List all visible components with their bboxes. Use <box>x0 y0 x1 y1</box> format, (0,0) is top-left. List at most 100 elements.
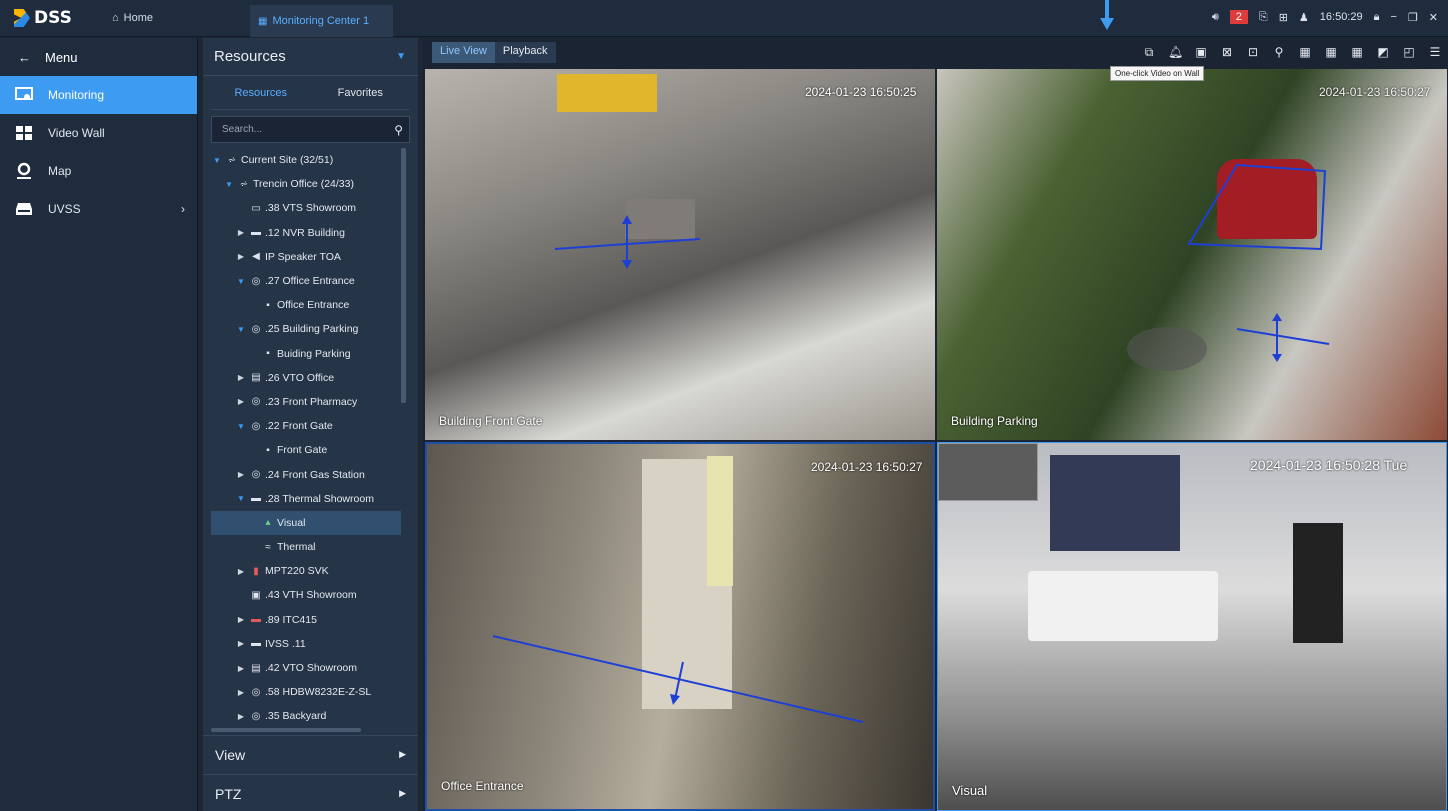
resources-header[interactable]: Resources ▼ <box>203 38 418 76</box>
tree-item[interactable]: ▼ ◎ .25 Building Parking <box>211 317 401 341</box>
panel-menu-icon[interactable]: ☰ <box>1428 45 1442 59</box>
tree-item[interactable]: ▣ .43 VTH Showroom <box>211 583 401 607</box>
collapsed-caret-icon[interactable]: ▶ <box>235 252 247 261</box>
tree-item[interactable]: ▶ ▮ MPT220 SVK <box>211 559 401 583</box>
collapsed-caret-icon[interactable]: ▶ <box>235 373 247 382</box>
video-window-2[interactable]: 2024-01-23 16:50:27 Building Parking <box>937 69 1447 440</box>
tree-item[interactable]: ▭ .38 VTS Showroom <box>211 196 401 220</box>
monitoring-center-tab[interactable]: ▦ Monitoring Center 1 <box>250 5 393 37</box>
search-video-icon[interactable]: ⚲ <box>1272 45 1286 59</box>
tree-item[interactable]: ▼ ◎ .22 Front Gate <box>211 414 401 438</box>
tab-favorites[interactable]: Favorites <box>311 87 411 99</box>
chevron-right-icon: ▶ <box>399 788 406 798</box>
monitoring-icon <box>14 86 34 104</box>
close-all-icon[interactable]: ⊠ <box>1220 45 1234 59</box>
collapsed-caret-icon[interactable]: ▶ <box>235 615 247 624</box>
collapsed-caret-icon[interactable]: ▶ <box>235 688 247 697</box>
restore-icon[interactable]: ❐ <box>1408 11 1418 24</box>
collapsed-caret-icon[interactable]: ▶ <box>235 470 247 479</box>
collapsed-caret-icon[interactable]: ▶ <box>235 397 247 406</box>
expanded-caret-icon[interactable]: ▼ <box>235 422 247 431</box>
tree-item[interactable]: ≈ Thermal <box>211 535 401 559</box>
video-timestamp: 2024-01-23 16:50:27 <box>811 460 923 474</box>
nav-item-video-wall[interactable]: Video Wall <box>0 114 197 152</box>
tree-item[interactable]: ▼ ▬ .28 Thermal Showroom <box>211 487 401 511</box>
tree-item[interactable]: ▶ ▬ .12 NVR Building <box>211 221 401 245</box>
collapsed-caret-icon[interactable]: ▶ <box>235 712 247 721</box>
camera-icon: ◎ <box>251 275 261 287</box>
tree-item-selected[interactable]: ▴ Visual <box>211 510 401 535</box>
minimize-icon[interactable]: − <box>1390 11 1396 23</box>
save-view-icon[interactable]: ▣ <box>1194 45 1208 59</box>
menu-toggle[interactable]: ← Menu <box>0 38 197 76</box>
org-icon: ⩫ <box>239 178 249 190</box>
video-camera-name: Visual <box>952 783 988 798</box>
video-window-1[interactable]: 2024-01-23 16:50:25 Building Front Gate <box>425 69 935 440</box>
expanded-caret-icon[interactable]: ▼ <box>211 156 223 165</box>
tree-item[interactable]: ▶ ▤ .26 VTO Office <box>211 366 401 390</box>
nav-item-map[interactable]: Map <box>0 152 197 190</box>
pointer-arrow-icon <box>1100 0 1114 30</box>
tree-item[interactable]: ▶ ◎ .35 Backyard <box>211 704 401 728</box>
expanded-caret-icon[interactable]: ▼ <box>235 325 247 334</box>
close-icon[interactable]: ✕ <box>1429 11 1438 24</box>
lock-icon[interactable]: 🔒︎ <box>1374 11 1380 24</box>
alarm-speaker-icon[interactable]: 🔊︎ <box>1212 11 1219 24</box>
map-icon <box>14 162 34 180</box>
vto-icon: ▤ <box>251 372 261 384</box>
collapsed-caret-icon[interactable]: ▶ <box>235 664 247 673</box>
fullscreen-icon[interactable]: ◰ <box>1402 45 1416 59</box>
custom-layout-icon[interactable]: ◩ <box>1376 45 1390 59</box>
layout-16-icon[interactable]: ▦ <box>1350 45 1364 59</box>
tree-item[interactable]: ▶ ◎ .23 Front Pharmacy <box>211 390 401 414</box>
nav-item-uvss[interactable]: UVSS › <box>0 190 197 228</box>
home-tab[interactable]: ⌂ Home <box>112 12 153 24</box>
tree-item[interactable]: ▶ ◎ .24 Front Gas Station <box>211 462 401 486</box>
ptz-section[interactable]: PTZ ▶ <box>203 774 418 811</box>
video-timestamp: 2024-01-23 16:50:25 <box>805 85 917 99</box>
nav-item-monitoring[interactable]: Monitoring <box>0 76 197 114</box>
network-icon[interactable]: ⊞ <box>1279 11 1288 24</box>
expanded-caret-icon[interactable]: ▼ <box>223 180 235 189</box>
collapsed-caret-icon[interactable]: ▶ <box>235 228 247 237</box>
layout-9-icon[interactable]: ▦ <box>1324 45 1338 59</box>
tree-item[interactable]: ▪ Buiding Parking <box>211 342 401 366</box>
video-window-3[interactable]: 2024-01-23 16:50:27 Office Entrance <box>425 442 935 811</box>
collapsed-caret-icon[interactable]: ▶ <box>235 567 247 576</box>
tree-item[interactable]: ▪ Office Entrance <box>211 293 401 317</box>
layout-4-icon[interactable]: ▦ <box>1298 45 1312 59</box>
chevron-right-icon: ▶ <box>399 749 406 759</box>
alarm-bell-icon[interactable]: 🔔︎ <box>1168 45 1183 59</box>
dss-logo: DSS <box>14 8 72 28</box>
site-icon: ⩫ <box>227 154 237 166</box>
tab-live-view[interactable]: Live View <box>432 42 495 63</box>
tab-playback[interactable]: Playback <box>494 42 556 63</box>
alarm-count-badge[interactable]: 2 <box>1229 10 1248 24</box>
tab-resources[interactable]: Resources <box>211 87 311 99</box>
tree-item-label: Visual <box>277 516 306 529</box>
expanded-caret-icon[interactable]: ▼ <box>235 277 247 286</box>
tree-item[interactable]: ▶ ▤ .42 VTO Showroom <box>211 656 401 680</box>
zoom-icon[interactable]: ⊡ <box>1246 45 1260 59</box>
device-icon[interactable]: ⎘ <box>1259 11 1268 24</box>
collapsed-caret-icon[interactable]: ▶ <box>235 639 247 648</box>
tree-item[interactable]: ▼ ◎ .27 Office Entrance <box>211 269 401 293</box>
tree-horizontal-scrollbar[interactable] <box>211 728 361 732</box>
tree-scrollbar[interactable] <box>401 148 406 403</box>
caret-down-icon[interactable]: ▼ <box>396 51 406 62</box>
tree-item[interactable]: ▶ ◀ IP Speaker TOA <box>211 245 401 269</box>
search-input[interactable]: Search... ⚲ <box>211 116 410 143</box>
video-on-wall-icon[interactable]: ⧉ <box>1142 45 1156 60</box>
tree-item[interactable]: ▼ ⩫ Trencin Office (24/33) <box>211 172 401 196</box>
video-window-4[interactable]: 2024-01-23 16:50:28 Tue Visual <box>937 442 1447 811</box>
tree-item[interactable]: ▪ Front Gate <box>211 438 401 462</box>
tree-item-label: .27 Office Entrance <box>265 275 355 288</box>
tree-item[interactable]: ▼ ⩫ Current Site (32/51) <box>211 148 401 172</box>
expanded-caret-icon[interactable]: ▼ <box>235 494 247 503</box>
user-icon[interactable]: ♟ <box>1299 11 1309 24</box>
view-section[interactable]: View ▶ <box>203 735 418 773</box>
tree-item[interactable]: ▶ ▬ .89 ITC415 <box>211 608 401 632</box>
search-icon[interactable]: ⚲ <box>394 123 403 137</box>
tree-item[interactable]: ▶ ◎ .58 HDBW8232E-Z-SL <box>211 680 401 704</box>
tree-item[interactable]: ▶ ▬ IVSS .11 <box>211 632 401 656</box>
